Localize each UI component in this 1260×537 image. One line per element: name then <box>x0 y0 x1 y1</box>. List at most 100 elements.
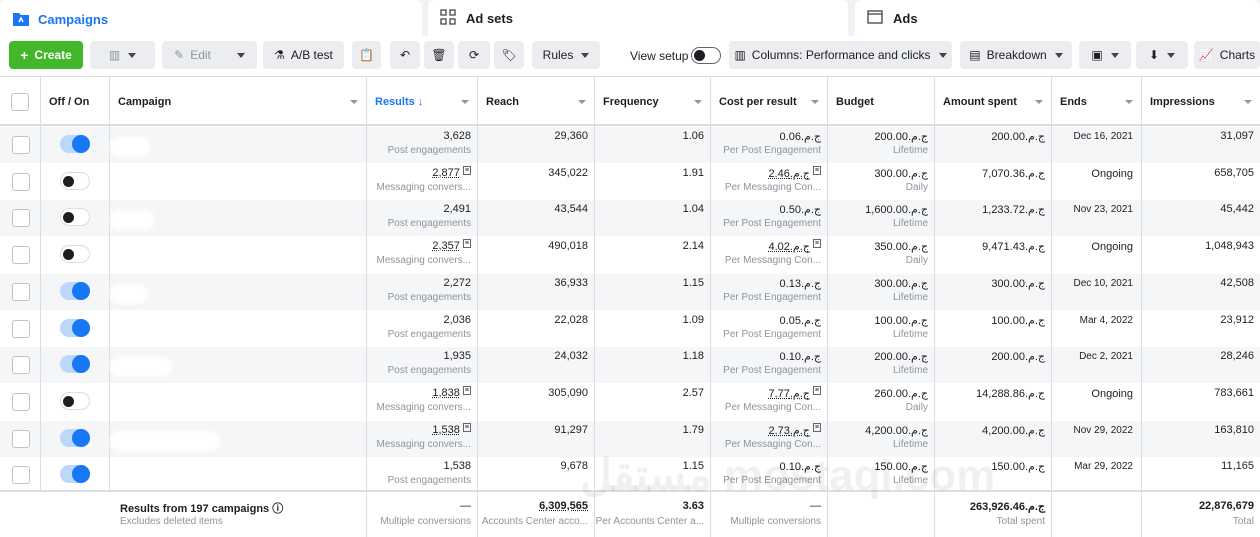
row-checkbox[interactable] <box>12 246 30 265</box>
cost-value-cell: ج.م.‏0.10 Per Post Engagement <box>711 457 828 495</box>
results-value: 2,272 <box>443 276 471 289</box>
cost-value: ج.م.‏0.13 <box>779 277 821 290</box>
cost-value-sub: Per Messaging Con... <box>724 255 821 267</box>
ends-value: Dec 16, 2021 <box>1073 131 1134 142</box>
duplicate-button[interactable]: ▥ <box>90 41 155 69</box>
campaign-toggle[interactable] <box>60 208 90 227</box>
columns-button[interactable]: ▥ Columns: Performance and clicks <box>729 41 952 69</box>
export-button[interactable]: ⬇ <box>1136 41 1188 69</box>
reach-value: 490,018 <box>548 240 588 253</box>
col-amount-spent[interactable]: Amount spent <box>935 77 1052 127</box>
campaign-name-cell <box>110 310 367 348</box>
ends-cell: Ongoing <box>1052 237 1142 275</box>
ends-value: Ongoing <box>1091 387 1133 400</box>
frequency-value-cell: 1.18 <box>595 347 711 385</box>
redacted-campaign-name[interactable] <box>110 430 220 451</box>
col-frequency[interactable]: Frequency <box>595 77 711 127</box>
redacted-campaign-name[interactable] <box>110 357 172 378</box>
ab-test-button[interactable]: ⚗ A/B test <box>263 41 344 69</box>
table-row[interactable]: 2,357 ≡ Messaging convers... 490,018 2.14 ج.م… <box>0 237 1260 275</box>
col-results[interactable]: Results ↓ <box>367 77 478 127</box>
table-row[interactable]: 2,491 Post engagements 43,544 1.04 ج.م.‏0.50… <box>0 200 1260 238</box>
campaign-toggle[interactable] <box>60 465 90 484</box>
col-campaign[interactable]: Campaign <box>110 77 367 127</box>
tab-campaigns[interactable]: Campaigns <box>0 0 422 38</box>
col-cost-per-result[interactable]: Cost per result <box>711 77 828 127</box>
campaign-toggle[interactable] <box>60 171 90 190</box>
row-checkbox[interactable] <box>12 282 30 301</box>
redacted-campaign-name[interactable] <box>110 283 148 304</box>
plus-icon: + <box>20 47 29 63</box>
row-checkbox[interactable] <box>12 392 30 411</box>
reports-button[interactable]: ▣ <box>1079 41 1131 69</box>
cost-value[interactable]: ج.م.‏2.73 ≡ <box>768 422 821 437</box>
row-checkbox[interactable] <box>12 466 30 485</box>
row-checkbox[interactable] <box>12 319 30 338</box>
reach-value: 305,090 <box>548 386 588 399</box>
undo-button[interactable]: ↶ <box>390 41 420 69</box>
tab-ad-sets[interactable]: Ad sets <box>428 0 848 36</box>
reach-value-cell: 9,678 <box>478 457 595 495</box>
frequency-value-cell: 1.04 <box>595 200 711 238</box>
results-value[interactable]: 2,357 ≡ <box>432 239 471 252</box>
row-checkbox[interactable] <box>12 356 30 375</box>
select-all-checkbox[interactable] <box>11 93 29 111</box>
table-row[interactable]: 3,628 Post engagements 29,360 1.06 ج.م.‏0.06… <box>0 127 1260 164</box>
table-row[interactable]: 2,877 ≡ Messaging convers... 345,022 1.91 ج.م… <box>0 163 1260 201</box>
reach-value-cell: 490,018 <box>478 237 595 275</box>
edit-button[interactable]: ✎ Edit <box>162 41 257 69</box>
redacted-campaign-name[interactable] <box>110 137 150 157</box>
delete-button[interactable]: 🗑 <box>424 41 454 69</box>
frequency-value-cell: 1.79 <box>595 420 711 458</box>
campaign-toggle[interactable] <box>60 281 90 300</box>
clipboard-button[interactable]: 📋 <box>352 41 381 69</box>
campaign-toggle[interactable] <box>60 318 90 337</box>
campaign-name-cell <box>110 420 367 458</box>
col-budget[interactable]: Budget <box>828 77 935 127</box>
spent-value: ج.م.‏14,288.86 <box>976 387 1045 400</box>
table-row[interactable]: 1,838 ≡ Messaging convers... 305,090 2.57 ج.م… <box>0 383 1260 421</box>
preview-button[interactable]: ⟳ <box>458 41 490 69</box>
impressions-value: 1,048,943 <box>1205 240 1254 253</box>
results-value[interactable]: 1,838 ≡ <box>432 385 471 399</box>
row-checkbox[interactable] <box>12 429 30 448</box>
campaign-toggle[interactable] <box>60 428 90 447</box>
tag-button[interactable]: 🏷 <box>494 41 524 69</box>
footer-summary: Results from 197 campaigns ⓘ Excludes de… <box>110 492 367 537</box>
results-value[interactable]: 1,538 ≡ <box>432 422 471 436</box>
col-ends[interactable]: Ends <box>1052 77 1142 127</box>
table-row[interactable]: 1,538 ≡ Messaging convers... 91,297 1.79 ج.م.… <box>0 420 1260 458</box>
results-value[interactable]: 2,877 ≡ <box>432 165 471 179</box>
ends-cell: Mar 4, 2022 <box>1052 310 1142 348</box>
results-value-cell: 1,838 ≡ Messaging convers... <box>367 383 478 421</box>
cost-value[interactable]: ج.م.‏2.46 ≡ <box>768 165 821 180</box>
table-row[interactable]: 1,538 Post engagements 9,678 1.15 ج.م.‏0.10 P… <box>0 457 1260 495</box>
cost-value: ج.م.‏0.10 <box>779 461 821 474</box>
rules-label: Rules <box>542 48 574 62</box>
rules-button[interactable]: Rules <box>532 41 600 69</box>
campaign-toggle[interactable] <box>60 391 90 410</box>
col-off-on[interactable]: Off / On <box>41 77 110 127</box>
table-row[interactable]: 2,036 Post engagements 22,028 1.09 ج.م.‏0.05… <box>0 310 1260 348</box>
campaign-toggle[interactable] <box>60 135 90 153</box>
redacted-campaign-name[interactable] <box>110 210 155 231</box>
spent-value-cell: ج.م.‏9,471.43 <box>935 237 1052 275</box>
row-checkbox[interactable] <box>12 172 30 191</box>
breakdown-button[interactable]: ▤ Breakdown <box>960 41 1072 69</box>
col-impressions[interactable]: Impressions <box>1142 77 1260 127</box>
preview-icon: ⟳ <box>468 48 480 62</box>
table-row[interactable]: 2,272 Post engagements 36,933 1.15 ج.م.‏0.13… <box>0 273 1260 311</box>
tab-ads[interactable]: Ads <box>855 0 1260 36</box>
campaign-toggle[interactable] <box>60 355 90 374</box>
table-row[interactable]: 1,935 Post engagements 24,032 1.18 ج.م.‏0.10… <box>0 347 1260 385</box>
row-checkbox[interactable] <box>12 136 30 154</box>
campaign-toggle[interactable] <box>60 245 90 264</box>
cost-value[interactable]: ج.م.‏4.02 ≡ <box>768 239 821 253</box>
view-setup-toggle[interactable] <box>691 47 721 64</box>
charts-button[interactable]: 📈 Charts <box>1194 41 1260 69</box>
create-button[interactable]: + Create <box>9 41 83 69</box>
frequency-value-cell: 1.91 <box>595 163 711 201</box>
col-reach[interactable]: Reach <box>478 77 595 127</box>
row-checkbox[interactable] <box>12 209 30 228</box>
cost-value[interactable]: ج.م.‏7.77 ≡ <box>768 385 821 400</box>
